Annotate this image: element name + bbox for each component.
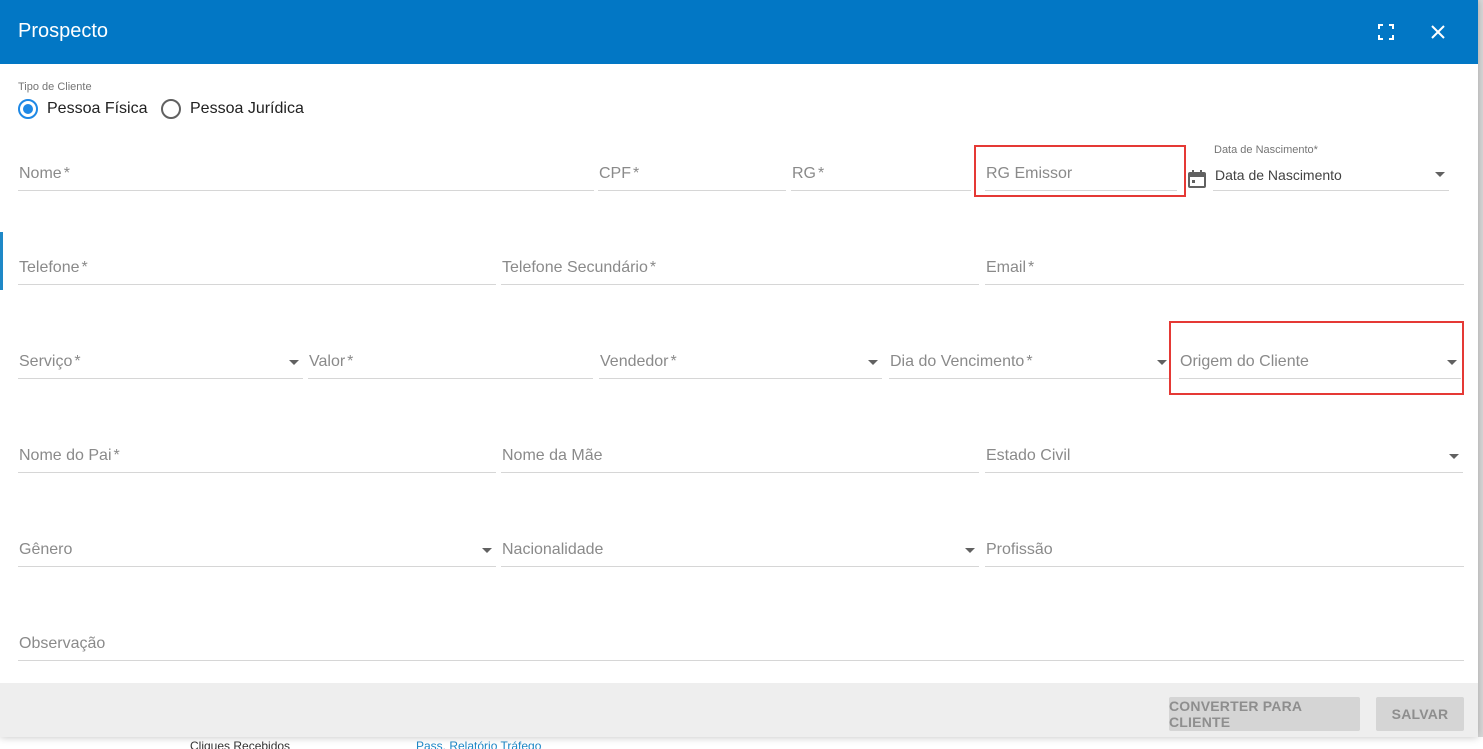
dialog-header: Prospecto bbox=[0, 0, 1478, 64]
radio-checked-icon bbox=[18, 99, 38, 119]
estado-civil-select[interactable]: Estado Civil bbox=[985, 425, 1463, 473]
dia-vencimento-select[interactable]: Dia do Vencimento * bbox=[889, 331, 1171, 379]
nome-mae-label: Nome da Mãe bbox=[502, 447, 603, 464]
valor-field[interactable]: Valor * bbox=[308, 331, 593, 379]
rg-label: RG bbox=[792, 165, 816, 182]
backdrop-scrollbar bbox=[1478, 0, 1483, 749]
prospect-dialog: Prospecto Tipo de Cliente Pessoa Física … bbox=[0, 0, 1478, 737]
calendar-button[interactable] bbox=[1187, 169, 1207, 189]
nome-label: Nome bbox=[19, 165, 62, 182]
genero-label: Gênero bbox=[19, 541, 73, 558]
required-mark: * bbox=[1028, 259, 1035, 276]
required-mark: * bbox=[74, 353, 81, 370]
required-mark: * bbox=[63, 165, 70, 182]
origem-cliente-label: Origem do Cliente bbox=[1180, 353, 1309, 370]
chevron-down-icon bbox=[482, 548, 492, 553]
convert-to-client-button[interactable]: CONVERTER PARA CLIENTE bbox=[1169, 697, 1360, 731]
backdrop-bottom-strip: Cliques Recebidos Pass. Relatório Tráfeg… bbox=[0, 737, 1483, 749]
required-mark: * bbox=[347, 353, 354, 370]
backdrop-link: Pass. Relatório Tráfego bbox=[416, 739, 542, 749]
chevron-down-icon bbox=[965, 548, 975, 553]
chevron-down-icon bbox=[868, 360, 878, 365]
origem-cliente-select[interactable]: Origem do Cliente bbox=[1179, 331, 1461, 379]
nacionalidade-label: Nacionalidade bbox=[502, 541, 604, 558]
rg-field[interactable]: RG * bbox=[791, 143, 971, 191]
radio-label: Pessoa Jurídica bbox=[190, 100, 304, 117]
telefone-label: Telefone bbox=[19, 259, 80, 276]
dialog-footer: CONVERTER PARA CLIENTE SALVAR bbox=[0, 683, 1478, 737]
estado-civil-label: Estado Civil bbox=[986, 447, 1071, 464]
save-button[interactable]: SALVAR bbox=[1376, 697, 1464, 731]
required-mark: * bbox=[81, 259, 88, 276]
backdrop-text: Cliques Recebidos bbox=[190, 739, 291, 749]
dialog-title: Prospecto bbox=[18, 20, 109, 42]
telefone-secundario-label: Telefone Secundário bbox=[502, 259, 648, 276]
cpf-field[interactable]: CPF * bbox=[598, 143, 786, 191]
email-field[interactable]: Email * bbox=[985, 237, 1464, 285]
chevron-down-icon bbox=[289, 360, 299, 365]
fullscreen-button[interactable] bbox=[1372, 18, 1400, 46]
customer-type-label: Tipo de Cliente bbox=[18, 81, 92, 93]
rg-emissor-label: RG Emissor bbox=[986, 165, 1073, 182]
chevron-down-icon bbox=[1447, 360, 1457, 365]
radio-label: Pessoa Física bbox=[47, 100, 148, 117]
required-mark: * bbox=[633, 165, 640, 182]
rg-emissor-field[interactable]: RG Emissor bbox=[985, 143, 1177, 191]
chevron-down-icon bbox=[1449, 454, 1459, 459]
radio-pessoa-fisica[interactable]: Pessoa Física bbox=[18, 99, 147, 119]
radio-pessoa-juridica[interactable]: Pessoa Jurídica bbox=[161, 99, 304, 119]
nome-pai-field[interactable]: Nome do Pai * bbox=[18, 425, 496, 473]
profissao-label: Profissão bbox=[986, 541, 1053, 558]
fullscreen-icon bbox=[1378, 24, 1394, 40]
required-mark: * bbox=[670, 353, 677, 370]
servico-select[interactable]: Serviço * bbox=[18, 331, 303, 379]
data-nascimento-value: Data de Nascimento bbox=[1215, 167, 1342, 183]
cpf-label: CPF bbox=[599, 165, 631, 182]
observacao-label: Observação bbox=[19, 635, 106, 652]
calendar-icon bbox=[1188, 170, 1206, 188]
vendedor-label: Vendedor bbox=[600, 353, 669, 370]
profissao-field[interactable]: Profissão bbox=[985, 519, 1464, 567]
radio-unchecked-icon bbox=[161, 99, 181, 119]
nacionalidade-select[interactable]: Nacionalidade bbox=[501, 519, 979, 567]
required-mark: * bbox=[649, 259, 657, 276]
dia-vencimento-label: Dia do Vencimento bbox=[890, 353, 1025, 370]
chevron-down-icon bbox=[1157, 360, 1167, 365]
close-icon bbox=[1431, 25, 1445, 39]
required-mark: * bbox=[113, 447, 120, 464]
telefone-field[interactable]: Telefone * bbox=[18, 237, 496, 285]
vendedor-select[interactable]: Vendedor * bbox=[599, 331, 882, 379]
nome-mae-field[interactable]: Nome da Mãe bbox=[501, 425, 979, 473]
servico-label: Serviço bbox=[19, 353, 73, 370]
genero-select[interactable]: Gênero bbox=[18, 519, 496, 567]
observacao-field[interactable]: Observação bbox=[18, 613, 1464, 661]
nome-pai-label: Nome do Pai bbox=[19, 447, 112, 464]
email-label: Email bbox=[986, 259, 1027, 276]
required-mark: * bbox=[1026, 353, 1033, 370]
telefone-secundario-field[interactable]: Telefone Secundário * bbox=[501, 237, 979, 285]
data-nascimento-select[interactable]: Data de Nascimento bbox=[1213, 143, 1449, 191]
side-accent bbox=[0, 232, 3, 290]
chevron-down-icon bbox=[1435, 172, 1445, 177]
nome-field[interactable]: Nome * bbox=[18, 143, 594, 191]
required-mark: * bbox=[818, 165, 825, 182]
valor-label: Valor bbox=[309, 353, 346, 370]
close-button[interactable] bbox=[1424, 18, 1452, 46]
